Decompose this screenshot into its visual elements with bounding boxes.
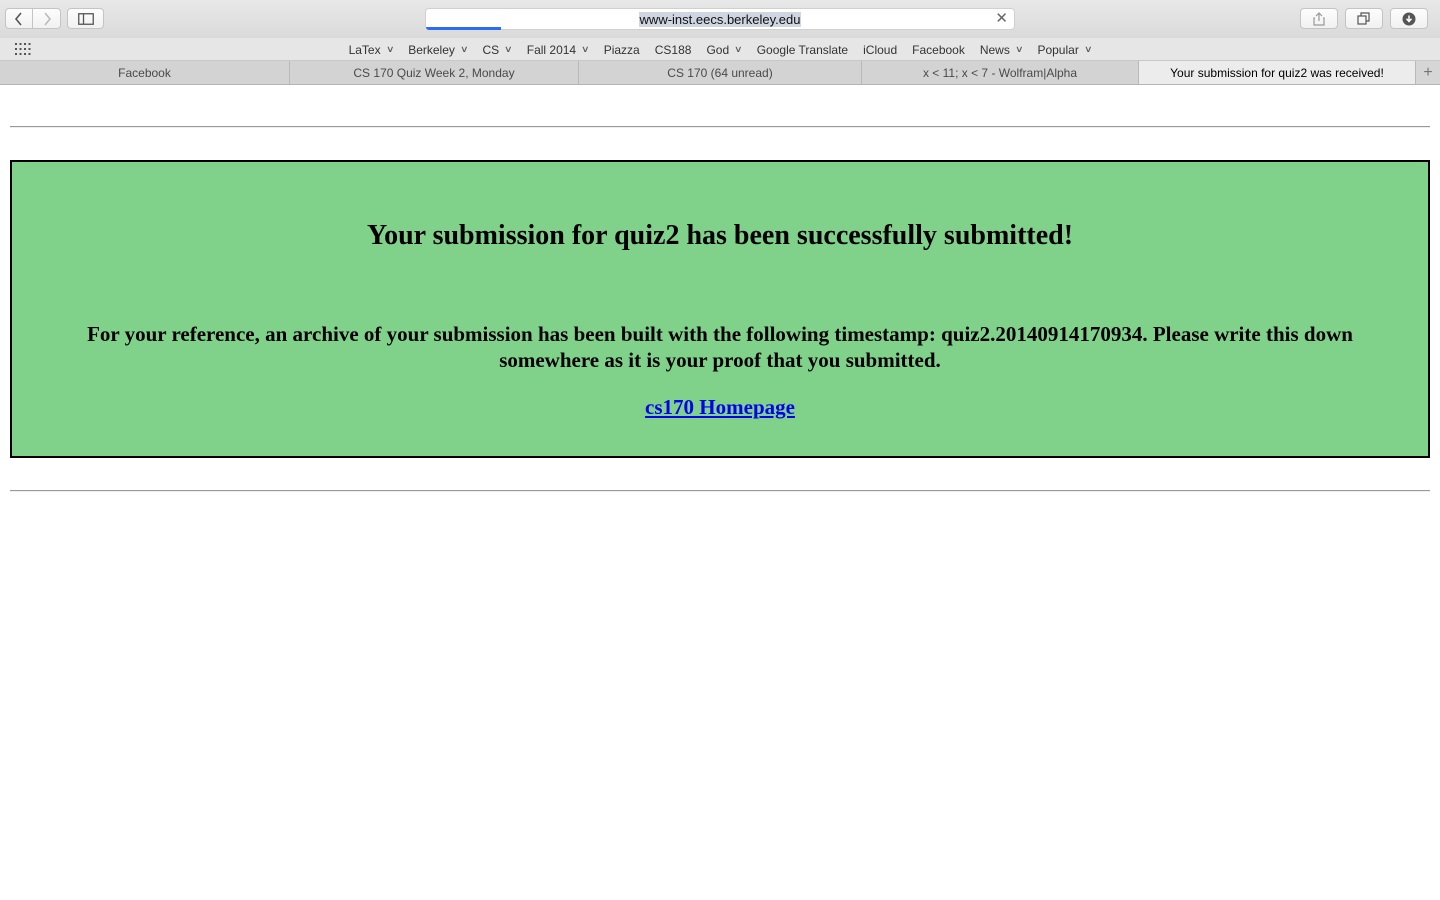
chevron-down-icon: ∨ [1083,44,1093,54]
plus-icon: + [1423,63,1433,81]
favorite-label: News [979,42,1010,57]
address-bar[interactable]: www-inst.eecs.berkeley.edu ✕ [425,8,1015,30]
favorite-piazza[interactable]: Piazza [604,43,640,57]
favorite-label: Berkeley [408,42,455,57]
sidebar-button[interactable] [67,8,104,29]
navigation-buttons [5,8,61,29]
favorite-latex[interactable]: LaTex ∨ [348,42,395,57]
chevron-down-icon: ∨ [385,44,395,54]
favorite-label: CS188 [654,42,692,57]
stop-loading-icon[interactable]: ✕ [995,11,1008,27]
favorite-google-translate[interactable]: Google Translate [757,43,848,57]
favorite-popular[interactable]: Popular ∨ [1037,42,1093,57]
favorite-label: iCloud [863,42,898,57]
favorite-label: Fall 2014 [526,42,577,57]
bottom-divider [10,490,1430,492]
tab-overview-button[interactable] [1345,8,1383,29]
favorite-facebook[interactable]: Facebook [912,43,965,57]
share-icon [1313,11,1325,26]
favorite-news[interactable]: News ∨ [979,42,1024,57]
page-load-progress [426,27,501,30]
cs170-homepage-link[interactable]: cs170 Homepage [645,395,795,419]
top-divider [10,126,1430,128]
favorite-label: Popular [1037,42,1079,57]
download-icon [1402,12,1416,25]
confirmation-heading: Your submission for quiz2 has been succe… [366,220,1074,251]
favorite-cs188[interactable]: CS188 [655,43,692,57]
tab-title: x < 11; x < 7 - Wolfram|Alpha [922,65,1078,80]
favorite-label: CS [482,42,500,57]
tab-title: CS 170 (64 unread) [667,65,773,80]
favorite-label: Google Translate [756,42,849,57]
chevron-down-icon: ∨ [459,44,469,54]
address-text: www-inst.eecs.berkeley.edu [638,12,802,27]
favorite-label: LaTex [348,42,381,57]
chevron-down-icon: ∨ [504,44,513,54]
new-tab-button[interactable]: + [1416,61,1440,84]
tab-submission-received[interactable]: Your submission for quiz2 was received! [1139,61,1416,84]
tab-title: Facebook [118,65,171,80]
favorite-icloud[interactable]: iCloud [863,43,897,57]
chevron-down-icon: ∨ [581,44,590,54]
favorite-label: God [706,42,730,57]
tab-bar: Facebook CS 170 Quiz Week 2, Monday CS 1… [0,61,1440,85]
chevron-down-icon: ∨ [734,44,743,54]
chevron-right-icon [43,11,51,26]
timestamp-reference-text: For your reference, an archive of your s… [87,322,1353,372]
favorite-fall-2014[interactable]: Fall 2014 ∨ [526,42,590,57]
downloads-button[interactable] [1390,8,1428,29]
chevron-left-icon [14,11,22,26]
chevron-down-icon: ∨ [1014,44,1024,54]
tab-cs170-quiz[interactable]: CS 170 Quiz Week 2, Monday [290,61,579,84]
share-button[interactable] [1300,8,1338,29]
favorites-bar: LaTex ∨ Berkeley ∨ CS ∨ Fall 2014 ∨ Piazza CS188 G… [0,38,1440,61]
favorites-list: LaTex ∨ Berkeley ∨ CS ∨ Fall 2014 ∨ Piazza CS188 G… [0,38,1440,61]
back-button[interactable] [5,8,33,29]
favorite-god[interactable]: God ∨ [706,42,743,57]
tab-facebook[interactable]: Facebook [0,61,290,84]
favorite-berkeley[interactable]: Berkeley ∨ [408,42,469,57]
favorite-label: Facebook [912,42,965,57]
submission-confirmation-panel: Your submission for quiz2 has been succe… [10,160,1430,458]
forward-button[interactable] [33,8,61,29]
tab-title: Your submission for quiz2 was received! [1170,65,1384,80]
sidebar-icon [77,12,94,25]
tab-title: CS 170 Quiz Week 2, Monday [353,65,515,80]
browser-toolbar: www-inst.eecs.berkeley.edu ✕ [0,0,1440,38]
favorite-label: Piazza [603,42,640,57]
tabs-icon [1357,12,1370,25]
tab-cs170-piazza[interactable]: CS 170 (64 unread) [579,61,862,84]
favorite-cs[interactable]: CS ∨ [482,42,513,57]
tab-wolfram-alpha[interactable]: x < 11; x < 7 - Wolfram|Alpha [862,61,1139,84]
